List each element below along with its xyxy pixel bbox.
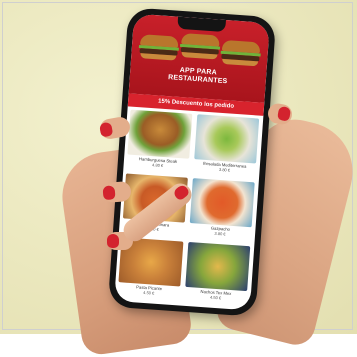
- menu-item-nachos[interactable]: Nachos Tex Mex 4.50 €: [184, 241, 251, 307]
- burger-image: [138, 34, 179, 61]
- finger-nail: [276, 105, 292, 122]
- smartphone: APP PARA RESTAURANTES 15% Descuento los …: [107, 7, 277, 317]
- finger-nail: [107, 234, 119, 248]
- menu-item-gazpacho[interactable]: Gazpacho 3.80 €: [188, 178, 255, 243]
- food-image: [127, 109, 193, 159]
- finger-nail: [102, 185, 116, 201]
- banner-title: APP PARA RESTAURANTES: [130, 63, 267, 88]
- food-image: [185, 241, 251, 292]
- finger-nail: [99, 121, 114, 138]
- menu-item-hamburguesa[interactable]: Hamburguesa Steak 4.80 €: [126, 109, 193, 174]
- burger-image: [220, 39, 261, 67]
- food-image: [189, 178, 255, 228]
- menu-item-ensalada[interactable]: Ensalada Mediterranea 3.80 €: [193, 114, 260, 179]
- burger-image: [180, 32, 221, 60]
- finger-nail: [172, 183, 191, 202]
- food-image: [194, 114, 260, 164]
- phone-screen: APP PARA RESTAURANTES 15% Descuento los …: [114, 13, 270, 311]
